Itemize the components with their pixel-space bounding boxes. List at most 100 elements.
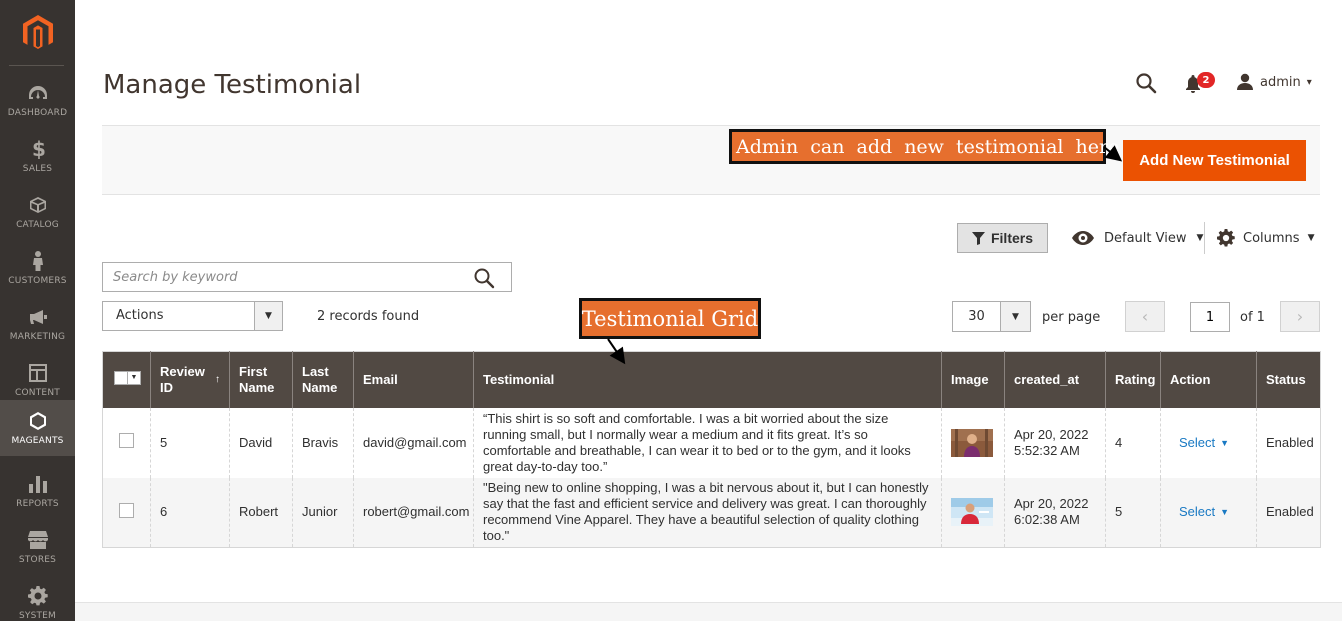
page-title: Manage Testimonial xyxy=(103,70,362,100)
sidebar-item-reports[interactable]: REPORTS xyxy=(0,463,75,519)
layout-icon xyxy=(27,362,49,384)
notification-count-badge: 2 xyxy=(1197,72,1215,88)
person-icon xyxy=(27,250,49,272)
column-header-last-name[interactable]: Last Name xyxy=(292,351,354,408)
magento-logo[interactable] xyxy=(0,0,75,65)
default-view-dropdown[interactable]: Default View ▼ xyxy=(1072,226,1203,250)
sidebar-item-label: CATALOG xyxy=(16,220,59,230)
magento-logo-icon xyxy=(22,14,53,49)
cell-rating: 5 xyxy=(1105,477,1161,548)
row-action-select[interactable]: Select ▼ xyxy=(1179,504,1229,520)
grid-annotation: Testimonial Grid xyxy=(579,298,761,339)
search-input[interactable] xyxy=(103,263,463,291)
cell-first-name: Robert xyxy=(229,477,293,548)
search-submit-button[interactable] xyxy=(473,267,495,289)
user-name: admin xyxy=(1260,74,1301,90)
svg-text:$: $ xyxy=(32,139,45,159)
row-select-cell xyxy=(102,477,151,548)
sidebar-item-label: CUSTOMERS xyxy=(8,276,67,286)
page-number-input[interactable] xyxy=(1190,302,1230,332)
sidebar-item-marketing[interactable]: MARKETING xyxy=(0,296,75,352)
cell-email: david@gmail.com xyxy=(353,407,474,478)
sort-asc-icon: ↑ xyxy=(215,373,220,385)
dollar-icon: $ xyxy=(27,138,49,160)
sidebar-item-sales[interactable]: $ SALES xyxy=(0,128,75,184)
user-icon xyxy=(1237,73,1253,90)
chevron-down-icon: ▼ xyxy=(254,302,282,330)
cell-review-id: 5 xyxy=(150,407,230,478)
logo-divider xyxy=(9,65,64,66)
cell-first-name: David xyxy=(229,407,293,478)
table-row: 5 David Bravis david@gmail.com “This shi… xyxy=(102,407,1321,478)
sidebar-item-system[interactable]: SYSTEM xyxy=(0,575,75,621)
per-page-value: 30 xyxy=(968,309,985,324)
megaphone-icon xyxy=(27,306,49,328)
per-page-label: per page xyxy=(1042,310,1101,325)
row-checkbox[interactable] xyxy=(119,502,134,518)
columns-label: Columns xyxy=(1243,230,1300,246)
table-row: 6 Robert Junior robert@gmail.com "Being … xyxy=(102,477,1321,548)
cell-created-at: Apr 20, 2022 6:02:38 AM xyxy=(1004,477,1106,548)
mass-actions-select[interactable]: Actions ▼ xyxy=(102,301,283,331)
column-header-testimonial[interactable]: Testimonial xyxy=(473,351,942,408)
box-icon xyxy=(27,194,49,216)
sidebar-item-catalog[interactable]: CATALOG xyxy=(0,184,75,240)
store-icon xyxy=(27,529,49,551)
sidebar-item-customers[interactable]: CUSTOMERS xyxy=(0,240,75,296)
mass-select-checkbox[interactable]: ▼ xyxy=(114,371,141,386)
column-header-review-id[interactable]: ↑ Review ID xyxy=(150,351,230,408)
row-checkbox[interactable] xyxy=(119,433,134,448)
global-search-button[interactable] xyxy=(1135,72,1157,94)
sidebar-item-dashboard[interactable]: DASHBOARD xyxy=(0,72,75,128)
filter-icon xyxy=(971,231,985,245)
chevron-right-icon: › xyxy=(1296,307,1304,326)
grid-header-row: ▼ ↑ Review ID First Name Last Name Email Tes… xyxy=(102,351,1321,408)
sidebar-item-label: REPORTS xyxy=(16,499,59,509)
row-action-select[interactable]: Select ▼ xyxy=(1179,435,1229,451)
cell-image xyxy=(941,477,1005,548)
mass-select-header[interactable]: ▼ xyxy=(102,351,151,408)
page-footer xyxy=(75,602,1342,621)
cell-image xyxy=(941,407,1005,478)
column-header-rating[interactable]: Rating xyxy=(1105,351,1161,408)
columns-dropdown[interactable]: Columns ▼ xyxy=(1217,226,1314,250)
mass-actions-label: Actions xyxy=(116,308,164,323)
testimonial-grid: ▼ ↑ Review ID First Name Last Name Email Tes… xyxy=(102,351,1321,548)
records-count: 2 records found xyxy=(317,309,420,324)
customer-thumbnail xyxy=(951,428,993,457)
sidebar-item-label: STORES xyxy=(18,555,57,565)
cell-last-name: Bravis xyxy=(292,407,354,478)
dashboard-icon xyxy=(27,82,49,104)
column-header-created-at[interactable]: created_at xyxy=(1004,351,1106,408)
sidebar-item-mageants[interactable]: MAGEANTS xyxy=(0,400,75,456)
cell-action: Select ▼ xyxy=(1160,477,1257,548)
hexagon-icon xyxy=(27,410,49,432)
filters-button[interactable]: Filters xyxy=(957,223,1048,253)
cell-testimonial: "Being new to online shopping, I was a b… xyxy=(473,477,942,548)
sidebar-item-stores[interactable]: STORES xyxy=(0,519,75,575)
column-header-image: Image xyxy=(941,351,1005,408)
customer-thumbnail xyxy=(951,498,993,527)
column-header-email[interactable]: Email xyxy=(353,351,474,408)
add-new-testimonial-button[interactable]: Add New Testimonial xyxy=(1123,140,1306,181)
add-button-annotation: Admin can add new testimonial here xyxy=(729,129,1119,164)
chevron-down-icon: ▼ xyxy=(1196,233,1204,243)
search-icon xyxy=(1136,73,1157,94)
cell-last-name: Junior xyxy=(292,477,354,548)
next-page-button[interactable]: › xyxy=(1280,301,1320,332)
gear-icon xyxy=(1217,229,1235,247)
chevron-left-icon: ‹ xyxy=(1141,307,1149,326)
toolbar-divider xyxy=(1204,222,1205,254)
gear-icon xyxy=(27,585,49,607)
column-header-status[interactable]: Status xyxy=(1256,351,1321,408)
cell-action: Select ▼ xyxy=(1160,407,1257,478)
per-page-select[interactable]: 30 ▼ xyxy=(952,301,1031,332)
sidebar-item-label: SYSTEM xyxy=(18,611,57,621)
column-header-first-name[interactable]: First Name xyxy=(229,351,293,408)
sidebar-item-label: DASHBOARD xyxy=(7,108,68,118)
previous-page-button[interactable]: ‹ xyxy=(1125,301,1165,332)
sidebar-item-label: SALES xyxy=(22,164,53,174)
cell-status: Enabled xyxy=(1256,477,1321,548)
filters-label: Filters xyxy=(990,230,1033,246)
user-menu[interactable]: admin ▾ xyxy=(1236,72,1312,92)
